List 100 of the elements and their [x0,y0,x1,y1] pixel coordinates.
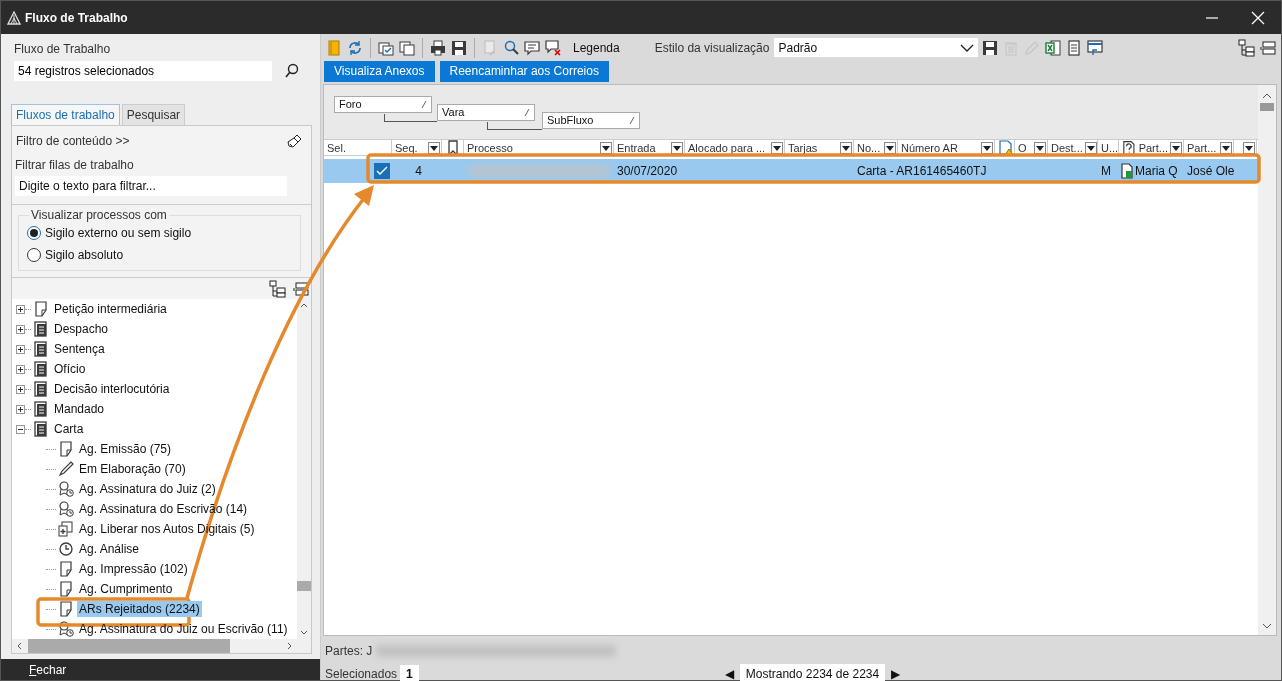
tree-item[interactable]: Em Elaboração (70) [77,461,188,477]
brush-icon[interactable] [287,133,303,149]
filter-dropdown[interactable] [771,142,783,155]
column-header[interactable]: Tarjas [788,140,818,157]
expand-toggle[interactable] [16,324,25,334]
save-icon[interactable] [982,39,999,56]
tree-item[interactable]: Sentença [52,341,107,357]
refresh-icon[interactable] [347,39,363,56]
scroll-down-icon[interactable] [300,630,308,636]
checked-window-icon[interactable] [378,39,394,56]
stacked-pages-icon [33,401,49,417]
column-header[interactable]: Número AR [901,140,958,157]
scroll-down-icon[interactable] [1262,623,1272,629]
view-style-dropdown[interactable]: Padrão [774,38,979,57]
spreadsheet-icon[interactable] [1045,39,1062,56]
action-button[interactable]: Reencaminhar aos Correios [439,61,609,82]
previous-page-button[interactable]: ◀ [724,665,734,681]
expand-toggle[interactable] [16,404,25,414]
column-header[interactable]: Processo [467,140,513,157]
content-filter-toggle[interactable]: Filtro de conteúdo >> [16,132,130,150]
printer-icon[interactable] [430,39,446,56]
expand-toggle[interactable] [16,384,25,394]
group-by-chip[interactable]: SubFluxo [542,112,640,129]
comment-delete-icon[interactable] [545,39,561,56]
column-header[interactable]: No... [857,140,881,157]
caret-icon [602,145,610,151]
page-status: Mostrando 2234 de 2234 [739,664,886,681]
workflow-field[interactable]: 54 registros selecionados [14,61,272,81]
filter-dropdown[interactable] [1084,142,1097,155]
tree-item[interactable]: Carta [52,421,86,437]
filter-dropdown[interactable] [1170,142,1182,155]
scrollbar[interactable] [297,299,311,639]
radio-button[interactable] [27,248,41,262]
collapse-tree-icon[interactable] [1260,39,1276,56]
group-by-chip[interactable]: Vara [437,104,535,121]
caret-icon [1172,145,1180,151]
tab[interactable]: Fluxos de trabalho [11,104,120,125]
tree-item[interactable]: Despacho [52,321,111,337]
close-link[interactable]: Fechar [29,660,67,679]
column-header[interactable]: O [1018,140,1027,157]
tree-item[interactable]: Ag. Análise [77,541,142,557]
scroll-thumb[interactable] [28,639,230,653]
save-icon[interactable] [451,39,467,56]
filter-dropdown[interactable] [1034,142,1046,155]
action-button[interactable]: Visualiza Anexos [324,61,435,82]
expand-toggle[interactable] [16,304,25,314]
collapse-toggle[interactable] [16,424,25,434]
tree-item[interactable]: ARs Rejeitados (2234) [77,601,202,617]
legend-button[interactable]: Legenda [573,38,620,57]
filter-dropdown[interactable] [981,142,993,155]
column-header[interactable]: Part... [1187,140,1217,157]
filter-dropdown[interactable] [1243,142,1255,155]
dropdown-caret-icon [960,43,975,52]
filter-dropdown[interactable] [600,142,612,155]
expand-tree-icon[interactable] [1238,38,1256,57]
search-icon[interactable] [284,63,300,79]
filter-dropdown[interactable] [428,142,440,155]
scroll-thumb[interactable] [297,581,311,591]
table-row[interactable]: 4 30/07/2020 Carta - AR161465460TJ M Maria Q José Ole [324,159,1258,183]
scrollbar[interactable] [1258,85,1276,635]
tree-item[interactable]: Ofício [52,361,88,377]
expand-tree-icon[interactable] [269,279,287,298]
column-header[interactable]: Sel. [327,140,346,157]
table-cell-text: Carta - AR161465460TJ [857,163,987,180]
column-header[interactable]: Seq. [395,140,418,157]
tree-item[interactable]: Ag. Impressão (102) [77,561,190,577]
group-by-chip[interactable]: Foro [334,96,432,113]
tree-item[interactable]: Petição intermediária [52,301,169,317]
stacked-pages-icon [33,321,49,337]
document-icon[interactable] [1066,39,1083,56]
next-page-button[interactable]: ▶ [891,665,901,681]
document-icon [1120,163,1134,179]
column-header[interactable]: Alocado para ... [688,140,766,157]
expand-toggle[interactable] [16,344,25,354]
column-header[interactable]: Part... [1138,140,1168,157]
scroll-left-icon[interactable] [16,642,22,650]
radio-button[interactable] [27,226,41,240]
scroll-up-icon[interactable] [300,302,308,308]
column-header[interactable]: Entrada [617,140,656,157]
column-header[interactable]: Dest... [1051,140,1083,157]
scroll-up-icon[interactable] [1262,93,1272,99]
expand-toggle[interactable] [16,364,25,374]
collapse-tree-icon[interactable] [293,280,309,297]
tree-item[interactable]: Decisão interlocutória [52,381,172,397]
tree-item[interactable]: Mandado [52,401,107,417]
tree-item[interactable]: Ag. Assinatura do Juiz (2) [77,481,218,497]
filter-dropdown[interactable] [840,142,852,155]
scroll-thumb[interactable] [1260,103,1274,111]
column-header[interactable]: U... [1101,140,1119,157]
filter-dropdown[interactable] [671,142,683,155]
comment-icon[interactable] [524,39,540,56]
checkbox[interactable] [374,163,390,179]
filter-dropdown[interactable] [1220,142,1232,155]
filter-field[interactable]: Digite o texto para filtrar... [15,176,287,196]
tree-item[interactable]: Ag. Emissão (75) [77,441,174,457]
filter-dropdown[interactable] [884,142,896,155]
scroll-right-icon[interactable] [287,642,293,650]
tab[interactable]: Pesquisar [121,104,186,125]
tree-item[interactable]: Ag. Cumprimento [77,581,175,597]
copy-icon[interactable] [399,39,415,56]
